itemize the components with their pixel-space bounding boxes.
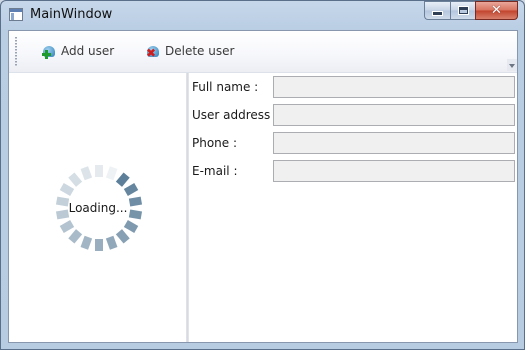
user-address-field[interactable] <box>273 104 515 126</box>
email-field[interactable] <box>273 160 515 182</box>
toolbar-overflow-button[interactable] <box>507 59 517 71</box>
window-title: MainWindow <box>30 7 113 22</box>
minimize-button[interactable] <box>424 1 450 20</box>
phone-field[interactable] <box>273 132 515 154</box>
client-area: Add user ✖ Delete user Loading... Full n… <box>8 30 518 343</box>
add-user-icon <box>42 43 58 59</box>
phone-row: Phone : <box>189 132 517 156</box>
loading-text: Loading... <box>68 201 128 215</box>
user-list-pane: Loading... <box>9 73 186 342</box>
add-user-label: Add user <box>61 44 115 58</box>
delete-user-icon: ✖ <box>146 43 162 59</box>
user-details-pane: Full name : User address : Phone : E-mai… <box>189 73 517 342</box>
delete-user-label: Delete user <box>165 44 235 58</box>
user-address-row: User address : <box>189 104 517 128</box>
phone-label: Phone : <box>192 136 238 150</box>
loading-spinner: Loading... <box>53 163 143 253</box>
full-name-label: Full name : <box>192 80 259 94</box>
close-icon: ✕ <box>491 3 502 18</box>
email-row: E-mail : <box>189 160 517 184</box>
main-window: MainWindow ✕ Add user ✖ Delete user Load… <box>0 0 525 350</box>
minimize-icon <box>433 12 442 15</box>
add-user-button[interactable]: Add user <box>42 41 114 61</box>
full-name-row: Full name : <box>189 76 517 100</box>
close-button[interactable]: ✕ <box>475 1 518 20</box>
user-address-label: User address : <box>192 108 279 122</box>
maximize-button[interactable] <box>450 1 475 20</box>
full-name-field[interactable] <box>273 76 515 98</box>
email-label: E-mail : <box>192 164 238 178</box>
toolbar: Add user ✖ Delete user <box>9 31 517 73</box>
window-app-icon[interactable] <box>9 8 23 21</box>
maximize-icon <box>458 7 468 14</box>
title-bar[interactable]: MainWindow ✕ <box>1 1 524 29</box>
toolbar-grip[interactable] <box>15 37 17 67</box>
caption-buttons: ✕ <box>424 1 518 21</box>
delete-user-button[interactable]: ✖ Delete user <box>146 41 234 61</box>
